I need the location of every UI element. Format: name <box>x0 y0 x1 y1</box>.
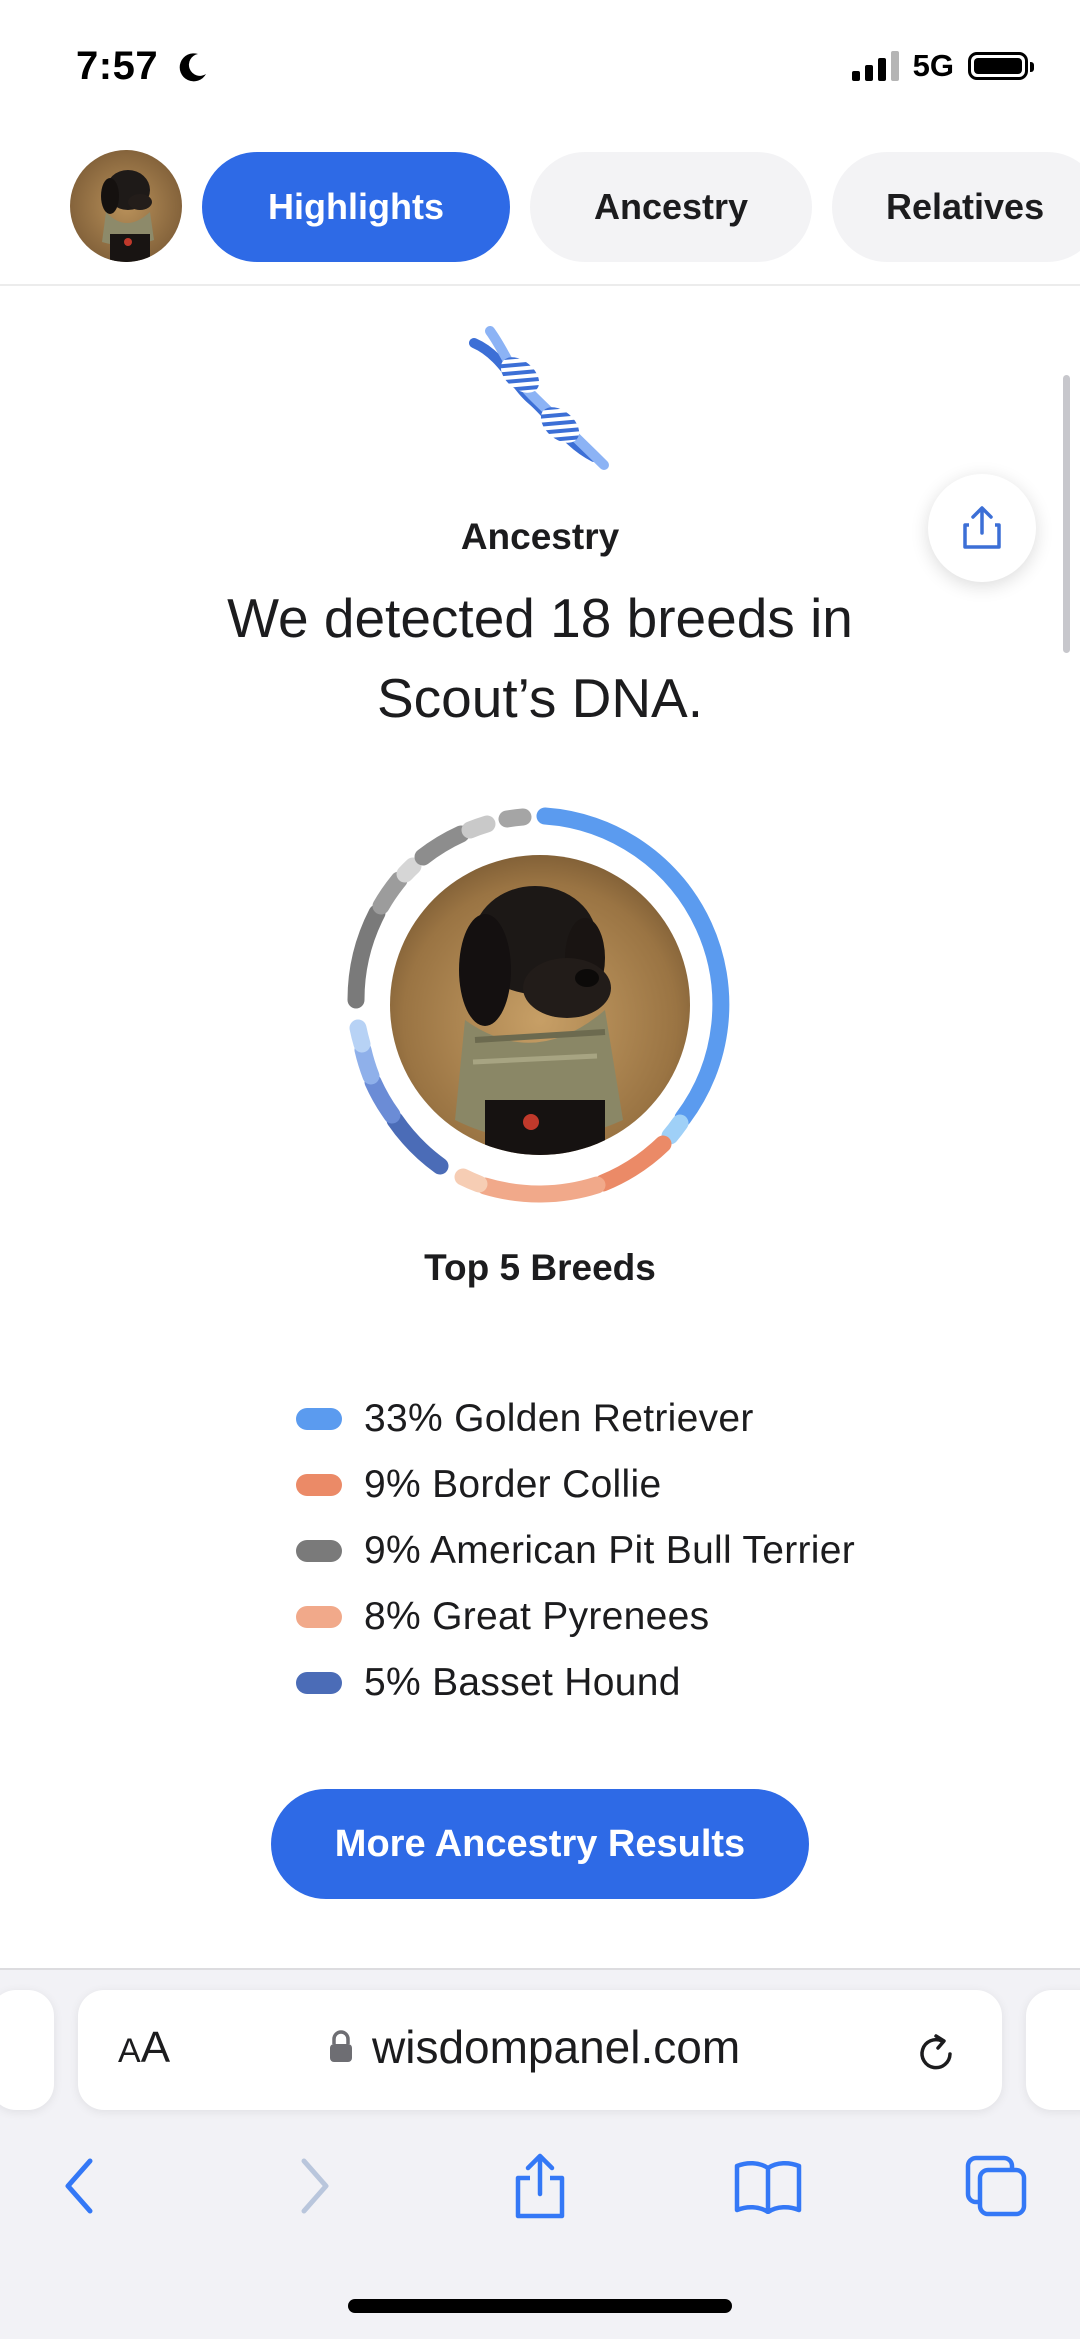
tab-ancestry-label: Ancestry <box>593 186 749 227</box>
legend-percent: 5% <box>364 1661 421 1704</box>
dog-photo <box>390 855 690 1155</box>
status-indicators: 5G <box>851 48 1034 84</box>
tabs-icon <box>965 2155 1027 2217</box>
breeds-headline: We detected 18 breeds in Scout’s DNA. <box>227 587 853 729</box>
next-tab-card[interactable] <box>1026 1990 1080 2110</box>
battery-icon <box>968 52 1034 80</box>
url-display[interactable]: wisdompanel.com <box>328 2020 740 2074</box>
cellular-signal-icon <box>851 51 899 81</box>
legend-swatch <box>296 1408 342 1430</box>
legend-swatch <box>296 1474 342 1496</box>
share-icon <box>515 2153 565 2219</box>
chevron-right-icon <box>301 2158 329 2214</box>
book-icon <box>734 2161 802 2214</box>
tabs-button[interactable] <box>960 2150 1032 2222</box>
back-button[interactable] <box>44 2150 116 2222</box>
legend-item-golden-retriever: 33% Golden Retriever <box>296 1386 855 1452</box>
legend-item-border-collie: 9% Border Collie <box>296 1452 855 1518</box>
status-time: 7:57 <box>76 44 159 88</box>
legend-percent: 9% <box>364 1529 421 1572</box>
more-ancestry-results-button[interactable]: More Ancestry Results <box>271 1789 809 1899</box>
tab-relatives[interactable]: Relatives <box>832 152 1080 262</box>
chevron-left-icon <box>65 2158 93 2214</box>
legend-percent: 9% <box>364 1463 421 1506</box>
legend-breed-name: Great Pyrenees <box>432 1595 710 1638</box>
legend-percent: 33% <box>364 1397 443 1440</box>
legend-item-pit-bull: 9% American Pit Bull Terrier <box>296 1518 855 1584</box>
legend-percent: 8% <box>364 1595 421 1638</box>
home-indicator <box>348 2299 732 2313</box>
legend-breed-name: Border Collie <box>432 1463 662 1506</box>
reload-icon[interactable] <box>912 2030 960 2078</box>
forward-button[interactable] <box>278 2150 350 2222</box>
legend-swatch <box>296 1606 342 1628</box>
tab-ancestry[interactable]: Ancestry <box>530 152 812 262</box>
text-size-large-a: A <box>140 2023 171 2072</box>
moon-icon <box>179 53 206 82</box>
legend-breed-name: Basset Hound <box>432 1661 681 1704</box>
legend-breed-name: American Pit Bull Terrier <box>429 1529 856 1572</box>
top-breeds-title: Top 5 Breeds <box>424 1247 656 1288</box>
legend-swatch <box>296 1672 342 1694</box>
tab-relatives-label: Relatives <box>886 186 1045 227</box>
scrollbar[interactable] <box>1063 375 1070 653</box>
dna-icon <box>469 326 609 470</box>
legend-breed-name: Golden Retriever <box>454 1397 754 1440</box>
lock-icon <box>330 2030 352 2062</box>
tab-highlights-label: Highlights <box>268 186 444 227</box>
legend-swatch <box>296 1540 342 1562</box>
tab-highlights[interactable]: Highlights <box>202 152 510 262</box>
legend-item-basset-hound: 5% Basset Hound <box>296 1650 855 1716</box>
bookmarks-button[interactable] <box>732 2150 804 2222</box>
previous-tab-card[interactable] <box>0 1990 54 2110</box>
network-type: 5G <box>912 48 954 83</box>
cta-label: More Ancestry Results <box>334 1822 746 1865</box>
text-size-small-a: A <box>118 2032 141 2070</box>
legend-item-great-pyrenees: 8% Great Pyrenees <box>296 1584 855 1650</box>
breed-ring <box>347 807 730 1203</box>
section-eyebrow: Ancestry <box>460 516 620 557</box>
breed-legend: 33% Golden Retriever 9% Border Collie 9%… <box>296 1386 855 1716</box>
dog-avatar[interactable] <box>70 150 182 262</box>
share-page-button[interactable] <box>504 2150 576 2222</box>
url-text: wisdompanel.com <box>372 2021 741 2073</box>
text-size-button[interactable]: AA <box>118 2023 170 2073</box>
